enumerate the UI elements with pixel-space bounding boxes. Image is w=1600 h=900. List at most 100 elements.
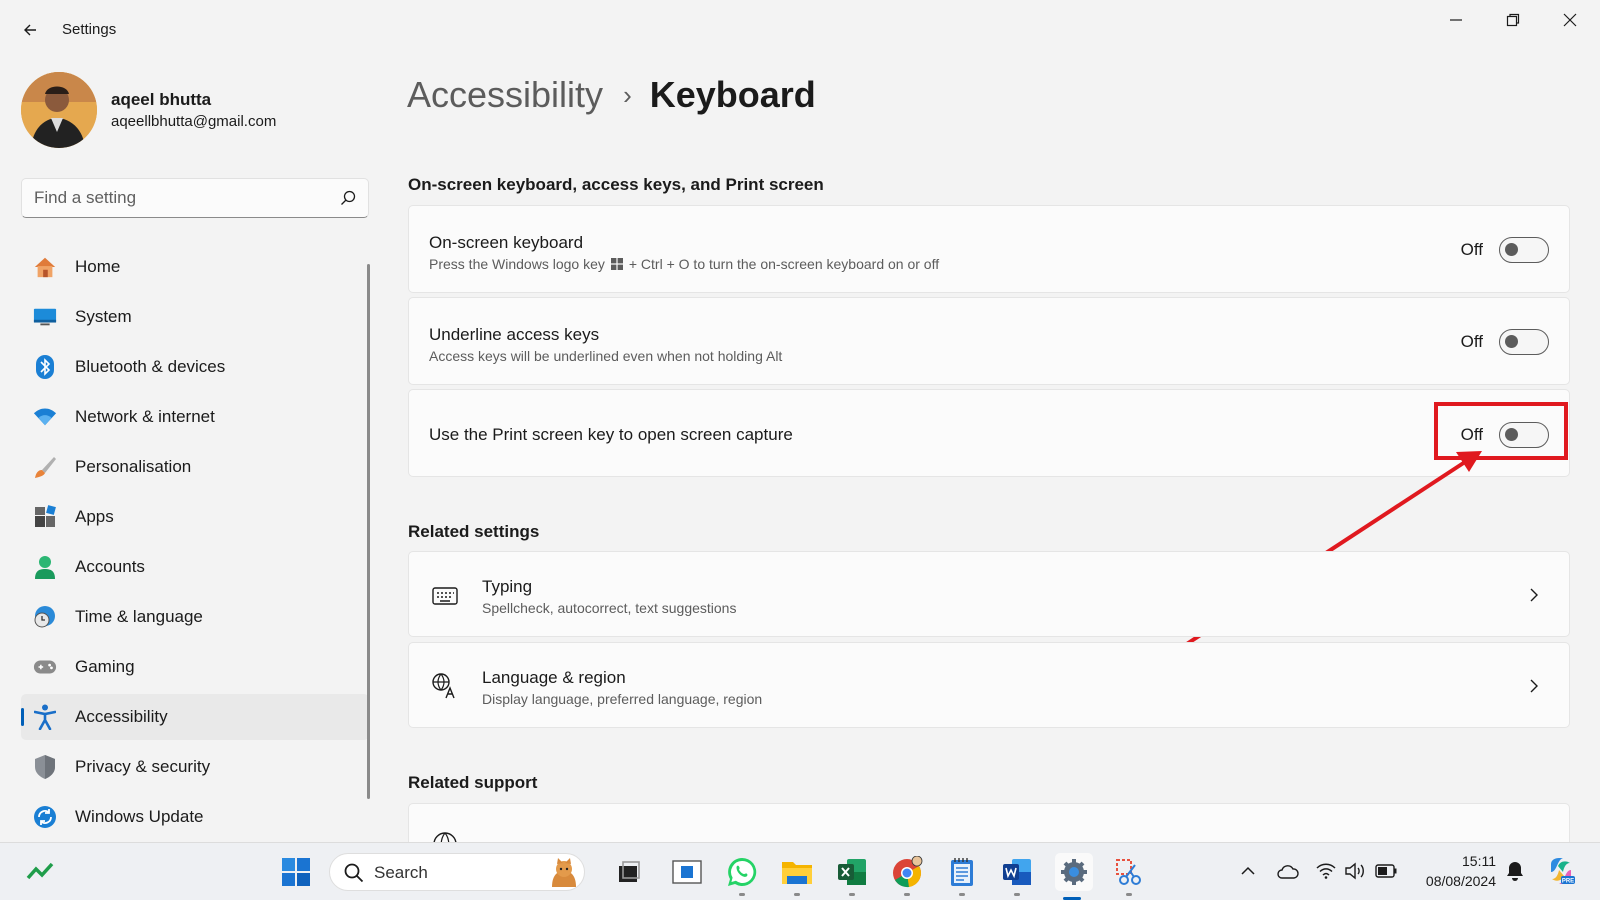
battery-tray[interactable] [1374, 859, 1398, 883]
sidebar-item-accounts[interactable]: Accounts [21, 544, 369, 590]
sidebar-item-privacy[interactable]: Privacy & security [21, 744, 369, 790]
taskbar-search[interactable]: Search [329, 853, 585, 891]
brush-icon [33, 455, 57, 479]
toggle-knob [1505, 243, 1518, 256]
home-icon [33, 255, 57, 279]
sidebar-item-home[interactable]: Home [21, 244, 369, 290]
setting-card-underline-access-keys: Underline access keys Access keys will b… [408, 297, 1570, 385]
related-setting-typing[interactable]: Typing Spellcheck, autocorrect, text sug… [408, 551, 1570, 637]
volume-icon [1345, 862, 1364, 880]
windows-start-icon [282, 858, 310, 886]
sidebar-item-label: Windows Update [75, 807, 204, 826]
whatsapp-icon [728, 857, 757, 886]
windows-app-icon [672, 860, 702, 884]
sidebar-item-label: Gaming [75, 657, 135, 676]
user-profile[interactable]: aqeel bhutta aqeellbhutta@gmail.com [21, 72, 276, 148]
sidebar-item-label: Home [75, 257, 121, 276]
section-title-related-settings: Related settings [408, 522, 540, 541]
onscreen-keyboard-toggle[interactable]: Off [1461, 237, 1549, 263]
search-input[interactable] [34, 179, 324, 217]
setting-description-part: + Ctrl + O to turn the on-screen keyboar… [628, 256, 940, 272]
taskbar-app-whatsapp[interactable] [725, 855, 759, 896]
taskbar-app-file-explorer[interactable] [780, 855, 814, 896]
close-button[interactable] [1548, 8, 1592, 32]
taskbar: Search 15:11 08/08/2024 PRE [0, 842, 1600, 900]
setting-description: Access keys will be underlined even when… [429, 348, 783, 364]
sidebar-item-windows-update[interactable]: Windows Update [21, 794, 369, 840]
breadcrumb-parent[interactable]: Accessibility [407, 74, 603, 116]
settings-search-box[interactable] [21, 178, 369, 218]
maximize-button[interactable] [1491, 8, 1535, 32]
taskbar-app-chrome[interactable] [890, 855, 924, 896]
taskbar-app-settings[interactable] [1055, 853, 1093, 900]
taskbar-app-windows-365[interactable] [670, 855, 704, 889]
chevron-right-icon [1530, 679, 1538, 693]
sidebar-item-gaming[interactable]: Gaming [21, 644, 369, 690]
toggle-switch[interactable] [1499, 237, 1549, 263]
language-icon [432, 673, 455, 699]
sidebar-item-system[interactable]: System [21, 294, 369, 340]
taskbar-app-snipping-tool[interactable] [1112, 855, 1146, 896]
widgets-button[interactable] [24, 855, 58, 889]
network-tray[interactable] [1314, 859, 1338, 883]
task-view-button[interactable] [612, 855, 646, 889]
person-icon [33, 555, 57, 579]
show-hidden-icons-button[interactable] [1236, 859, 1260, 883]
taskbar-app-word[interactable] [1000, 855, 1034, 896]
sidebar-item-network[interactable]: Network & internet [21, 394, 369, 440]
setting-card-onscreen-keyboard: On-screen keyboard Press the Windows log… [408, 205, 1570, 293]
apps-icon [33, 505, 57, 529]
shield-icon [33, 755, 57, 779]
related-setting-language-region[interactable]: Language & region Display language, pref… [408, 642, 1570, 728]
sidebar-item-time-language[interactable]: Time & language [21, 594, 369, 640]
back-button[interactable] [18, 18, 42, 42]
cat-search-highlight-icon [552, 858, 576, 887]
toggle-switch[interactable] [1499, 329, 1549, 355]
start-button[interactable] [279, 855, 313, 889]
app-title: Settings [62, 21, 117, 38]
taskbar-app-notepad[interactable] [945, 855, 979, 896]
sidebar-item-bluetooth[interactable]: Bluetooth & devices [21, 344, 369, 390]
taskbar-clock[interactable]: 15:11 08/08/2024 [1416, 851, 1496, 891]
onedrive-tray[interactable] [1276, 859, 1300, 883]
running-indicator [1126, 893, 1132, 896]
volume-tray[interactable] [1344, 859, 1368, 883]
folder-icon [782, 862, 812, 884]
stocks-widget-icon [26, 862, 54, 880]
sidebar-item-label: System [75, 307, 132, 326]
sidebar-item-accessibility[interactable]: Accessibility [21, 694, 369, 740]
copilot-button[interactable]: PRE [1546, 856, 1576, 886]
title-bar: Settings [0, 0, 1600, 60]
setting-title: On-screen keyboard [429, 233, 584, 252]
setting-title: Use the Print screen key to open screen … [429, 425, 793, 444]
close-icon [1563, 13, 1577, 27]
related-setting-title: Typing [482, 577, 533, 596]
running-indicator [849, 893, 855, 896]
search-icon [344, 863, 364, 883]
notifications-button[interactable] [1503, 859, 1527, 883]
search-icon[interactable] [340, 190, 356, 206]
taskbar-app-excel[interactable] [835, 855, 869, 896]
breadcrumb: Accessibility › Keyboard [407, 70, 816, 120]
taskbar-search-label: Search [374, 863, 428, 882]
clock-time: 15:11 [1462, 853, 1496, 869]
windows-logo-icon [610, 258, 623, 270]
underline-access-keys-toggle[interactable]: Off [1461, 329, 1549, 355]
setting-description-part: Press the Windows logo key [429, 256, 605, 272]
minimize-button[interactable] [1434, 8, 1478, 32]
sidebar-item-label: Accessibility [75, 707, 168, 726]
chevron-up-icon [1241, 866, 1255, 875]
setting-title: Underline access keys [429, 325, 600, 344]
sidebar-item-personalisation[interactable]: Personalisation [21, 444, 369, 490]
back-arrow-icon [24, 24, 36, 36]
sidebar-nav: Home System Bluetooth & devices Network … [21, 244, 369, 844]
svg-text:PRE: PRE [1562, 879, 1574, 885]
bell-icon [1507, 862, 1523, 881]
sidebar-item-label: Time & language [75, 607, 203, 626]
setting-description: Press the Windows logo key + Ctrl + O to… [429, 256, 939, 272]
sidebar-scrollbar[interactable] [367, 264, 370, 799]
avatar [21, 72, 97, 148]
notepad-icon [951, 858, 973, 886]
wifi-icon [33, 405, 57, 429]
sidebar-item-apps[interactable]: Apps [21, 494, 369, 540]
